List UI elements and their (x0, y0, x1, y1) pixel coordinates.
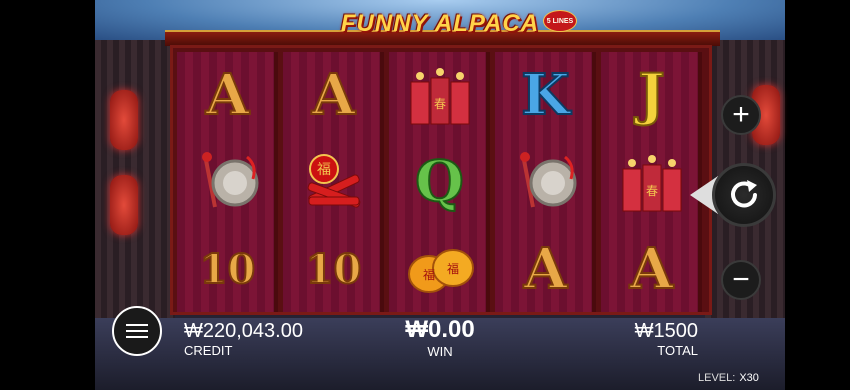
letter-symbol-a: A (601, 226, 702, 312)
letter-symbol-q: Q (389, 139, 490, 225)
decrease-bet-button[interactable]: − (721, 260, 761, 300)
win-display: ₩0.00 WIN (400, 316, 480, 359)
symbol-text: J (637, 61, 665, 129)
letter-symbol-a: A (495, 226, 596, 312)
spin-icon (731, 180, 757, 208)
total-value: ₩1500 (634, 320, 698, 342)
menu-icon-bar (126, 336, 148, 338)
symbol-text: K (520, 61, 571, 129)
firecracker-sticks-symbol-icon: 春 (389, 52, 490, 138)
win-value: ₩0.00 (405, 316, 475, 343)
credit-label: CREDIT (184, 343, 233, 358)
win-label: WIN (427, 344, 453, 359)
plus-icon: + (732, 98, 750, 131)
lucky-bags-symbol-icon: 福福 (389, 226, 490, 312)
letter-symbol-10: 10 (177, 226, 278, 312)
level-value: X30 (739, 372, 759, 384)
reel-5: J 春 A (601, 52, 702, 312)
letter-symbol-k: K (495, 52, 596, 138)
level-display: LEVEL: X30 (698, 372, 759, 384)
total-bet-display: ₩1500 TOTAL (620, 320, 698, 358)
letter-symbol-j: J (601, 52, 702, 138)
increase-bet-button[interactable]: + (721, 95, 761, 135)
menu-icon (126, 324, 148, 326)
firecracker-sticks-symbol-icon: 春 (601, 139, 702, 225)
letter-symbol-a: A (177, 52, 278, 138)
svg-text:福: 福 (422, 267, 434, 282)
svg-text:春: 春 (433, 97, 445, 111)
symbol-text: A (629, 235, 674, 303)
lantern (110, 175, 138, 235)
minus-icon: − (732, 263, 750, 296)
symbol-text: 10 (305, 245, 363, 294)
lines-badge: 5 LINES (543, 10, 577, 32)
symbol-text: 10 (199, 245, 257, 294)
reel-1: A 10 (177, 52, 278, 312)
credit-value: ₩220,043.00 (184, 320, 303, 342)
level-label: LEVEL: (698, 372, 736, 384)
gong-symbol-icon (177, 139, 278, 225)
menu-icon-bar (126, 330, 148, 332)
game-screen: FUNNY ALPACA 5 LINES A 10 A 福 10 春 Q 福福 K A J 春 A + … (0, 0, 850, 390)
svg-text:福: 福 (317, 161, 331, 177)
gong-symbol-icon (495, 139, 596, 225)
game-logo: FUNNY ALPACA (340, 10, 540, 37)
symbol-text: A (205, 61, 250, 129)
symbol-text: Q (414, 148, 465, 216)
firecrackers-bundle-symbol-icon: 福 (283, 139, 384, 225)
reel-frame: A 10 A 福 10 春 Q 福福 K A J 春 A (170, 45, 712, 315)
svg-text:福: 福 (446, 261, 458, 276)
letter-symbol-a: A (283, 52, 384, 138)
spin-button[interactable] (712, 163, 776, 227)
reel-3: 春 Q 福福 (389, 52, 490, 312)
lantern (110, 90, 138, 150)
svg-text:春: 春 (645, 184, 657, 198)
symbol-text: A (311, 61, 356, 129)
menu-button[interactable] (112, 306, 162, 356)
reel-4: KA (495, 52, 596, 312)
letter-symbol-10: 10 (283, 226, 384, 312)
credit-display: ₩220,043.00 CREDIT (184, 320, 303, 358)
total-label: TOTAL (657, 343, 698, 358)
reel-2: A 福 10 (283, 52, 384, 312)
symbol-text: A (523, 235, 568, 303)
